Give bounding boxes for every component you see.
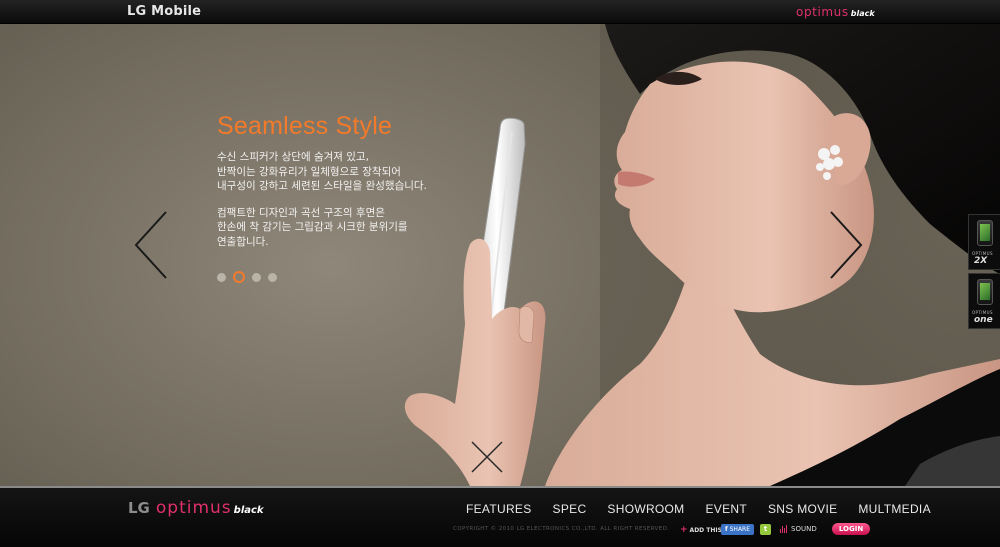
slide-title: Seamless Style <box>217 112 393 140</box>
copyright-text: COPYRIGHT © 2010 LG ELECTRONICS CO.,LTD.… <box>453 526 670 532</box>
phone-thumbnail <box>977 279 993 305</box>
facebook-share-button[interactable]: f SHARE <box>721 524 755 535</box>
slide-pagination <box>217 271 277 283</box>
phone-thumbnail <box>977 220 993 246</box>
hero-banner: Seamless Style 수신 스피커가 상단에 숨겨져 있고, 반짝이는 … <box>0 24 1000 486</box>
footer: LG optimus black FEATURES SPEC SHOWROOM … <box>0 486 1000 547</box>
add-this-button[interactable]: + ADD THIS <box>680 525 722 535</box>
footer-optimus-black-logo[interactable]: LG optimus black <box>128 498 264 518</box>
side-phone-model: one <box>974 315 993 325</box>
nav-multimedia[interactable]: MULTMEDIA <box>858 502 930 516</box>
nav-event[interactable]: EVENT <box>705 502 747 516</box>
slide-description: 수신 스피커가 상단에 숨겨져 있고, 반짝이는 강화유리가 일체형으로 장착되… <box>217 150 477 261</box>
slide-dot-2[interactable] <box>233 271 245 283</box>
lg-mobile-logo[interactable]: LG Mobile <box>127 4 201 19</box>
share-label: SHARE <box>729 526 751 533</box>
plus-icon: + <box>680 525 688 535</box>
chevron-left-icon[interactable] <box>133 210 169 280</box>
text-line: 한손에 착 감기는 그립감과 시크한 분위기를 <box>217 221 408 233</box>
text-line: 반짝이는 강화유리가 일체형으로 장착되어 <box>217 165 401 178</box>
nav-features[interactable]: FEATURES <box>466 502 532 516</box>
slide-dot-1[interactable] <box>217 272 226 282</box>
side-phone-menu: OPTIMUS 2X OPTIMUS one <box>968 214 1000 332</box>
slide-dot-3[interactable] <box>252 272 261 282</box>
login-button[interactable]: LOGIN <box>832 523 870 535</box>
brand-suffix: black <box>233 505 264 516</box>
optimus-2x-link[interactable]: OPTIMUS 2X <box>968 214 1000 270</box>
optimus-black-logo[interactable]: optimus black <box>796 5 875 19</box>
slide-dot-4[interactable] <box>268 272 277 282</box>
side-phone-model: 2X <box>974 256 988 266</box>
facebook-icon: f <box>725 526 728 533</box>
brand-name: optimus <box>796 5 849 19</box>
text-line: 연출합니다. <box>217 235 269 248</box>
chevron-right-icon[interactable] <box>828 210 864 280</box>
sound-label: SOUND <box>791 525 817 533</box>
description-paragraph-1: 수신 스피커가 상단에 숨겨져 있고, 반짝이는 강화유리가 일체형으로 장착되… <box>217 150 477 194</box>
nav-sns-movie[interactable]: SNS MOVIE <box>768 502 837 516</box>
nav-showroom[interactable]: SHOWROOM <box>607 502 684 516</box>
main-nav: FEATURES SPEC SHOWROOM EVENT SNS MOVIE M… <box>466 502 952 516</box>
text-line: 수신 스피커가 상단에 숨겨져 있고, <box>217 151 369 163</box>
add-this-label: ADD THIS <box>689 526 722 534</box>
text-line: 컴팩트한 디자인과 곡선 구조의 후면은 <box>217 206 385 219</box>
top-bar: LG Mobile optimus black <box>0 0 1000 24</box>
sound-bars-icon <box>780 525 788 533</box>
brand-name: optimus <box>155 498 232 518</box>
description-paragraph-2: 컴팩트한 디자인과 곡선 구조의 후면은 한손에 착 감기는 그립감과 시크한 … <box>217 206 477 250</box>
lg-logo: LG <box>128 499 150 517</box>
text-line: 내구성이 강하고 세련된 스타일을 완성했습니다. <box>217 180 427 192</box>
social-icon[interactable]: t <box>760 524 771 535</box>
close-icon[interactable] <box>470 440 504 474</box>
nav-spec[interactable]: SPEC <box>553 502 587 516</box>
brand-suffix: black <box>850 9 875 18</box>
optimus-one-link[interactable]: OPTIMUS one <box>968 273 1000 329</box>
sound-toggle[interactable]: SOUND <box>780 525 817 533</box>
